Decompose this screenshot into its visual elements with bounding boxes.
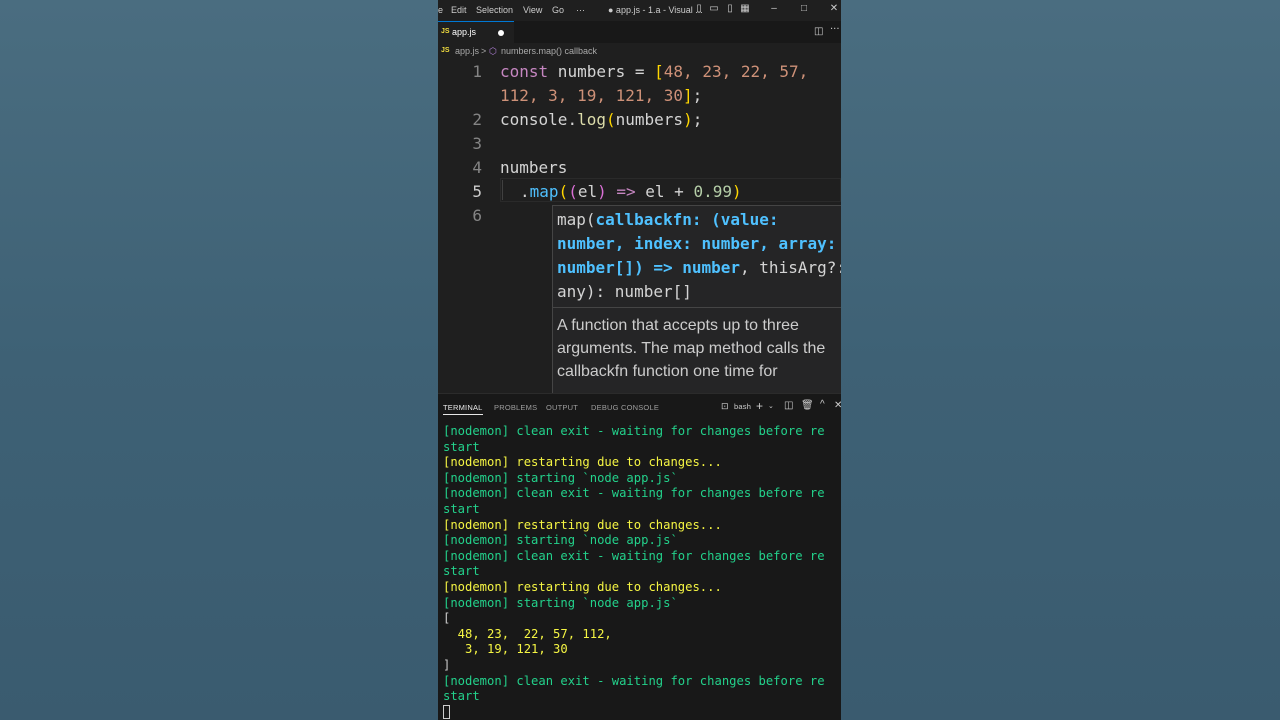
terminal-line: [nodemon] clean exit - waiting for chang… (443, 673, 825, 688)
tab-app-js[interactable]: JS app.js (438, 21, 514, 43)
terminal-line: start (443, 689, 480, 704)
more-actions-icon[interactable]: ··· (830, 24, 840, 35)
terminal-line: [nodemon] restarting due to changes... (443, 517, 722, 532)
code-editor[interactable]: 1 2 3 4 5 6 const numbers = [48, 23, 22,… (438, 60, 841, 437)
line-number: 1 (472, 62, 482, 81)
menu-more[interactable]: ··· (576, 5, 585, 15)
menu-selection[interactable]: Selection (476, 5, 513, 15)
unsaved-dot-icon[interactable] (498, 30, 504, 36)
terminal-line: [nodemon] starting `node app.js` (443, 470, 678, 485)
symbol-icon: ⬡ (489, 46, 497, 56)
tab-label: app.js (452, 27, 477, 37)
terminal-line: [nodemon] restarting due to changes... (443, 579, 722, 594)
terminal-line: ] (443, 657, 451, 672)
indent-guide (502, 180, 503, 200)
terminal-line: start (443, 439, 480, 454)
terminal-cursor (443, 705, 450, 719)
customize-layout-icon[interactable]: ▦ (740, 4, 750, 14)
breadcrumb-file[interactable]: app.js (455, 46, 479, 56)
menu-edit[interactable]: Edit (451, 5, 467, 15)
editor-tab-bar: JS app.js ◫ ··· (438, 21, 841, 43)
documentation-text: A function that accepts up to three argu… (557, 317, 826, 380)
tab-debug-console[interactable]: DEBUG CONSOLE (591, 403, 659, 412)
line-number: 2 (472, 110, 482, 129)
terminal-line: [ (443, 611, 451, 626)
maximize-icon[interactable]: □ (799, 4, 809, 14)
menu-view[interactable]: View (523, 5, 542, 15)
split-terminal-icon[interactable]: ◫ (784, 400, 793, 411)
close-icon[interactable]: ✕ (829, 4, 839, 14)
shell-name[interactable]: bash (734, 402, 751, 411)
line-number: 5 (472, 182, 482, 201)
terminal-line: 3, 19, 121, 30 (443, 642, 568, 657)
popup-divider (553, 307, 841, 308)
chevron-down-icon[interactable]: ⌄ (768, 402, 774, 410)
terminal-line: [nodemon] clean exit - waiting for chang… (443, 548, 825, 563)
code-line-4: numbers (500, 158, 568, 177)
toggle-sidebar-icon[interactable]: ▯ (694, 4, 704, 14)
toggle-secondary-sidebar-icon[interactable]: ▯ (725, 4, 735, 14)
toggle-panel-icon[interactable]: ▭ (709, 4, 719, 14)
minimize-icon[interactable]: – (769, 4, 779, 14)
breadcrumb: JS app.js > ⬡ numbers.map() callback (438, 43, 841, 60)
terminal-line: [nodemon] starting `node app.js` (443, 595, 678, 610)
code-line-1: const numbers = [48, 23, 22, 57, (500, 62, 809, 81)
new-terminal-icon[interactable]: + (756, 399, 763, 413)
terminal-line: [nodemon] restarting due to changes... (443, 455, 722, 470)
title-bar: e Edit Selection View Go ··· ● app.js - … (438, 0, 841, 21)
tab-problems[interactable]: PROBLEMS (494, 403, 537, 412)
terminal-line: [nodemon] clean exit - waiting for chang… (443, 424, 825, 438)
terminal-line: start (443, 564, 480, 579)
line-number: 3 (472, 134, 482, 153)
maximize-panel-icon[interactable]: ^ (820, 399, 825, 410)
close-panel-icon[interactable]: ✕ (834, 400, 841, 411)
javascript-file-icon: JS (441, 28, 450, 35)
menu-file-partial[interactable]: e (438, 5, 443, 15)
line-number: 4 (472, 158, 482, 177)
bottom-panel: TERMINAL PROBLEMS OUTPUT DEBUG CONSOLE ⊡… (438, 393, 841, 720)
javascript-file-icon: JS (441, 47, 450, 54)
tab-terminal[interactable]: TERMINAL (443, 403, 483, 415)
panel-tab-bar: TERMINAL PROBLEMS OUTPUT DEBUG CONSOLE ⊡… (438, 394, 841, 420)
terminal-icon: ⊡ (721, 401, 729, 411)
terminal-line: start (443, 501, 480, 516)
breadcrumb-separator: > (481, 46, 487, 56)
split-editor-icon[interactable]: ◫ (814, 26, 823, 37)
breadcrumb-symbol[interactable]: numbers.map() callback (501, 46, 597, 56)
terminal-line: 48, 23, 22, 57, 112, (443, 626, 612, 641)
code-line-5: .map((el) => el + 0.99) (520, 182, 742, 201)
menu-go[interactable]: Go (552, 5, 564, 15)
line-number: 6 (472, 206, 482, 225)
signature-text: map(callbackfn: (value: number, index: n… (557, 210, 841, 301)
code-line-1-wrap: 112, 3, 19, 121, 30]; (500, 86, 703, 105)
terminal-line: [nodemon] clean exit - waiting for chang… (443, 486, 825, 501)
window-title: ● app.js - 1.a - Visual ... (608, 5, 703, 15)
terminal-line: [nodemon] starting `node app.js` (443, 533, 678, 548)
vscode-window: e Edit Selection View Go ··· ● app.js - … (438, 0, 841, 720)
code-line-2: console.log(numbers); (500, 110, 703, 129)
tab-output[interactable]: OUTPUT (546, 403, 578, 412)
terminal-output[interactable]: [nodemon] clean exit - waiting for chang… (443, 424, 825, 705)
trash-icon[interactable]: 🗑 (801, 400, 814, 411)
